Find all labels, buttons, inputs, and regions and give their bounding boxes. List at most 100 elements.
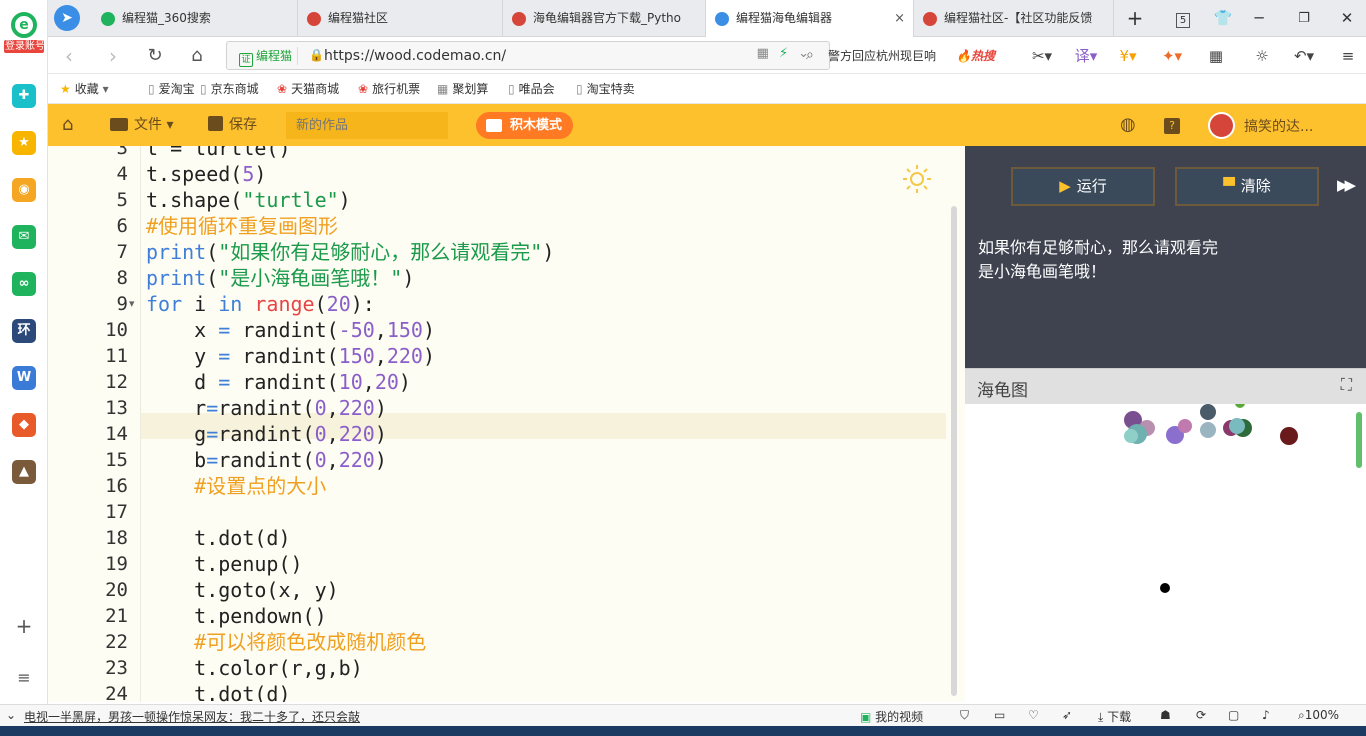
back-button[interactable]: ‹ bbox=[56, 43, 82, 69]
undo-icon[interactable]: ↶▾ bbox=[1290, 45, 1318, 67]
code-line[interactable]: #可以将颜色改成随机颜色 bbox=[146, 629, 426, 655]
help-icon[interactable]: ? bbox=[1164, 115, 1180, 135]
theme-toggle-icon[interactable] bbox=[902, 164, 932, 194]
browser-tab[interactable]: 编程猫社区 bbox=[298, 0, 503, 37]
search-text[interactable]: 警方回应杭州现巨响 bbox=[828, 47, 936, 64]
code-line[interactable]: t.dot(d) bbox=[146, 681, 290, 702]
url-field[interactable]: 证编程猫 🔒 https://wood.codemao.cn/ ▦⚡⌄ bbox=[226, 41, 830, 70]
code-editor[interactable]: 3 4 5 6 7 8 9 ▾ 10 11 12 13 14 15 16 17 18 19 20 21 22 23 24 t… bbox=[48, 146, 965, 702]
code-line[interactable]: t.shape("turtle") bbox=[146, 187, 351, 213]
project-title-input[interactable] bbox=[286, 112, 448, 139]
code-line[interactable]: t.dot(d) bbox=[146, 525, 290, 551]
game-icon[interactable]: ◆ bbox=[12, 413, 36, 437]
window-icon[interactable]: ▢ bbox=[1228, 708, 1239, 722]
game2-icon[interactable]: ▲ bbox=[12, 460, 36, 484]
minimize-button[interactable]: ─ bbox=[1242, 0, 1276, 37]
tab-count-button[interactable]: 5 bbox=[1166, 0, 1200, 37]
mail-icon[interactable]: ✉ bbox=[12, 225, 36, 249]
hot-search-label[interactable]: 🔥热搜 bbox=[956, 47, 995, 64]
my-video-button[interactable]: ▣ 我的视频 bbox=[860, 708, 923, 725]
qr-icon[interactable]: ▦ bbox=[757, 46, 779, 61]
weibo-icon[interactable]: ◉ bbox=[12, 178, 36, 202]
bookmark-item[interactable]: ❀ 天猫商城 bbox=[277, 81, 339, 97]
run-button[interactable]: ▶ 运行 bbox=[1011, 167, 1155, 206]
close-window-button[interactable]: ✕ bbox=[1330, 0, 1364, 37]
expand-panel-icon[interactable]: ▶▶ bbox=[1337, 176, 1356, 194]
bookmark-item[interactable]: ▯ 唯品会 bbox=[508, 81, 555, 97]
code-line[interactable]: for i in range(20): bbox=[146, 291, 375, 317]
add-sidebar-icon[interactable]: + bbox=[12, 614, 36, 638]
new-tab-button[interactable]: + bbox=[1118, 0, 1152, 37]
code-line[interactable]: print("如果你有足够耐心，那么请观看完") bbox=[146, 239, 554, 265]
code-line[interactable]: x = randint(-50,150) bbox=[146, 317, 435, 343]
shirt-icon[interactable]: 👕 bbox=[1206, 0, 1240, 37]
editor-scrollbar[interactable] bbox=[951, 206, 957, 696]
lightning-icon[interactable]: ⚡ bbox=[779, 46, 798, 61]
code-line[interactable]: y = randint(150,220) bbox=[146, 343, 435, 369]
browser-tab[interactable]: 海龟编辑器官方下载_Pytho bbox=[503, 0, 706, 37]
apps-grid-icon[interactable]: ▦ bbox=[1202, 45, 1230, 67]
star-icon[interactable]: ★ bbox=[12, 131, 36, 155]
block-mode-button[interactable]: 积木模式 bbox=[476, 112, 573, 139]
scissors-icon[interactable]: ✂▾ bbox=[1028, 45, 1056, 67]
download-button[interactable]: ⤓ 下载 bbox=[1098, 708, 1131, 725]
code-line[interactable]: d = randint(10,20) bbox=[146, 369, 411, 395]
sidebar-menu-icon[interactable]: ≡ bbox=[12, 666, 36, 690]
menu-icon[interactable]: ≡ bbox=[1334, 45, 1362, 67]
globe-icon[interactable]: ◍ bbox=[1120, 115, 1136, 135]
link-icon[interactable]: ∞ bbox=[12, 272, 36, 296]
heart-icon[interactable]: ♡ bbox=[1028, 708, 1039, 722]
chevron-down-icon[interactable]: ⌄ bbox=[6, 708, 16, 722]
bookmark-item[interactable]: ★ 收藏 ▾ bbox=[60, 81, 109, 97]
save-button[interactable]: 保存 bbox=[208, 115, 257, 135]
fullscreen-icon[interactable]: ⛶ bbox=[1341, 375, 1352, 395]
code-line[interactable]: t.pendown() bbox=[146, 603, 326, 629]
coupon-icon[interactable]: ¥▾ bbox=[1114, 45, 1142, 67]
browser-tab[interactable]: 编程猫社区-【社区功能反馈 bbox=[914, 0, 1114, 37]
restore-button[interactable]: ❐ bbox=[1287, 0, 1321, 37]
bookmark-item[interactable]: ▦ 聚划算 bbox=[437, 81, 488, 97]
rocket-icon[interactable]: ➶ bbox=[1062, 708, 1072, 722]
code-line[interactable]: #使用循环重复画图形 bbox=[146, 213, 338, 239]
image-icon[interactable]: ▭ bbox=[994, 708, 1005, 722]
canvas-scrollbar[interactable] bbox=[1356, 412, 1362, 468]
zoom-control[interactable]: ⌕100% bbox=[1298, 708, 1339, 723]
bookmark-item[interactable]: ▯ 淘宝特卖 bbox=[576, 81, 635, 97]
brightness-icon[interactable]: ☼ bbox=[1248, 45, 1276, 67]
turtle-canvas[interactable] bbox=[965, 404, 1366, 702]
tab-close-icon[interactable]: × bbox=[894, 0, 905, 37]
home-icon[interactable]: ⌂ bbox=[62, 115, 73, 135]
news-ticker-link[interactable]: 电视一半黑屏，男孩一顿操作惊呆网友：我二十多了，还只会敲 bbox=[24, 708, 360, 725]
file-menu[interactable]: 文件 ▾ bbox=[110, 115, 173, 135]
refresh-button[interactable]: ↻ bbox=[142, 43, 168, 69]
word-icon[interactable]: W bbox=[12, 366, 36, 390]
browser-tab[interactable]: 编程猫_360搜索 bbox=[92, 0, 298, 37]
forward-button[interactable]: › bbox=[100, 43, 126, 69]
bug-icon[interactable]: ☗ bbox=[1160, 708, 1171, 722]
sync-icon[interactable]: ⟳ bbox=[1196, 708, 1206, 722]
code-line[interactable]: t.penup() bbox=[146, 551, 302, 577]
translate-icon[interactable]: 译▾ bbox=[1072, 45, 1100, 67]
code-line[interactable]: t.speed(5) bbox=[146, 161, 266, 187]
volume-icon[interactable]: ♪ bbox=[1262, 708, 1270, 722]
browser-logo[interactable]: e 登录账号 bbox=[4, 12, 45, 56]
code-line[interactable]: t.goto(x, y) bbox=[146, 577, 339, 603]
clear-button[interactable]: ▀ 清除 bbox=[1175, 167, 1319, 206]
url-text[interactable]: https://wood.codemao.cn/ bbox=[324, 46, 506, 66]
code-line[interactable]: r=randint(0,220) bbox=[146, 395, 387, 421]
login-account-button[interactable]: 登录账号 bbox=[4, 40, 45, 53]
code-line[interactable]: print("是小海龟画笔哦！") bbox=[146, 265, 414, 291]
search-box[interactable]: ⌕ 警方回应杭州现巨响 🔥热搜 bbox=[800, 41, 1012, 70]
navigation-arrow-icon[interactable]: ➤ bbox=[54, 5, 80, 31]
bookmark-item[interactable]: ▯ 京东商城 bbox=[200, 81, 259, 97]
code-line[interactable]: t.color(r,g,b) bbox=[146, 655, 363, 681]
bookmark-item[interactable]: ▯ 爱淘宝 bbox=[148, 81, 195, 97]
code-line[interactable]: t = turtle() bbox=[146, 146, 291, 161]
browser-tab[interactable]: 编程猫海龟编辑器 × bbox=[706, 0, 914, 38]
code-line[interactable]: g=randint(0,220) bbox=[146, 421, 387, 447]
game-icon[interactable]: ✦▾ bbox=[1158, 45, 1186, 67]
shield-icon[interactable]: ⛉ bbox=[960, 708, 969, 723]
plus-circle-icon[interactable]: ✚ bbox=[12, 84, 36, 108]
home-button[interactable]: ⌂ bbox=[184, 43, 210, 69]
code-line[interactable]: b=randint(0,220) bbox=[146, 447, 387, 473]
